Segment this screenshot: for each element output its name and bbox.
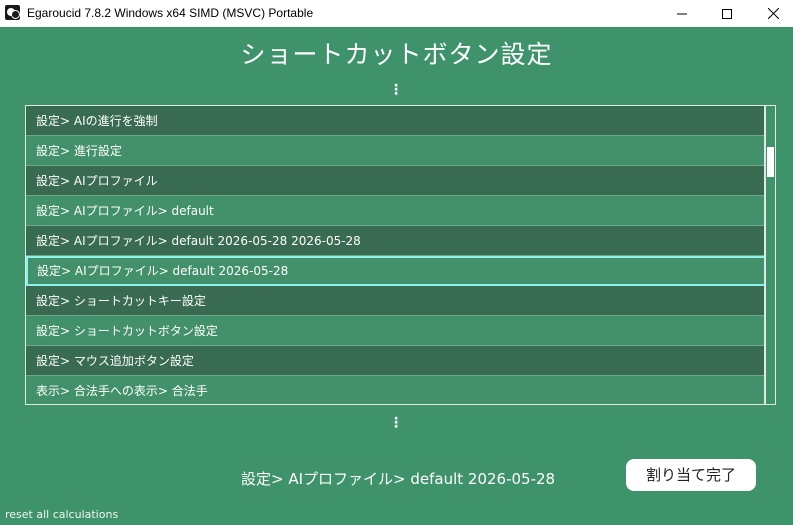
minimize-icon (677, 13, 687, 14)
list-item-label: 設定> AIの進行を強制 (36, 114, 158, 128)
window-titlebar: Egaroucid 7.8.2 Windows x64 SIMD (MSVC) … (0, 0, 793, 27)
assign-done-button[interactable]: 割り当て完了 (626, 459, 756, 491)
scrollbar-thumb[interactable] (767, 147, 774, 177)
list-item[interactable]: 設定> AIプロファイル> default (26, 196, 764, 226)
list-item-selected[interactable]: 設定> AIプロファイル> default 2026-05-28 (26, 256, 764, 286)
list-item-label: 設定> AIプロファイル> default 2026-05-28 (37, 264, 289, 278)
list-item[interactable]: 表示> 合法手への表示> 合法手 (26, 376, 764, 404)
list-item[interactable]: 設定> AIプロファイル> default 2026-05-28 2026-05… (26, 226, 764, 256)
list-item-label: 設定> AIプロファイル> default 2026-05-28 2026-05… (36, 234, 361, 248)
list-item[interactable]: 設定> AIプロファイル (26, 166, 764, 196)
shortcut-list: 設定> AIの進行を強制 設定> 進行設定設定> AIプロファイル設定> AIプロ… (25, 105, 765, 405)
maximize-icon (722, 8, 732, 19)
list-item[interactable]: 設定> 進行設定 (26, 136, 764, 166)
list-item[interactable]: 設定> ショートカットキー設定 (26, 286, 764, 316)
close-icon (767, 8, 779, 19)
minimize-button[interactable] (659, 0, 705, 27)
list-item-label: 設定> マウス追加ボタン設定 (36, 354, 194, 368)
list-item-label: 表示> 合法手への表示> 合法手 (36, 384, 208, 398)
list-item-label: 設定> ショートカットキー設定 (36, 294, 206, 308)
app-icon (5, 5, 20, 20)
more-above-icon[interactable]: ⋮ (388, 82, 404, 98)
current-selection-label: 設定> AIプロファイル> default 2026-05-28 (241, 470, 556, 488)
list-scrollbar[interactable] (765, 105, 776, 405)
list-item-label: 設定> 進行設定 (36, 144, 122, 158)
more-below-icon[interactable]: ⋮ (388, 415, 404, 431)
reset-calculations-link[interactable]: reset all calculations (5, 507, 118, 522)
list-item-label: 設定> AIプロファイル (36, 174, 158, 188)
window-title: Egaroucid 7.8.2 Windows x64 SIMD (MSVC) … (27, 6, 314, 20)
list-item[interactable]: 設定> ショートカットボタン設定 (26, 316, 764, 346)
page-title: ショートカットボタン設定 (240, 40, 553, 69)
list-item-label: 設定> AIプロファイル> default (36, 204, 214, 218)
list-item[interactable]: 設定> AIの進行を強制 (26, 106, 764, 136)
list-item-label: 設定> ショートカットボタン設定 (36, 324, 218, 338)
list-item[interactable]: 設定> マウス追加ボタン設定 (26, 346, 764, 376)
close-button[interactable] (750, 0, 793, 27)
maximize-button[interactable] (704, 0, 750, 27)
